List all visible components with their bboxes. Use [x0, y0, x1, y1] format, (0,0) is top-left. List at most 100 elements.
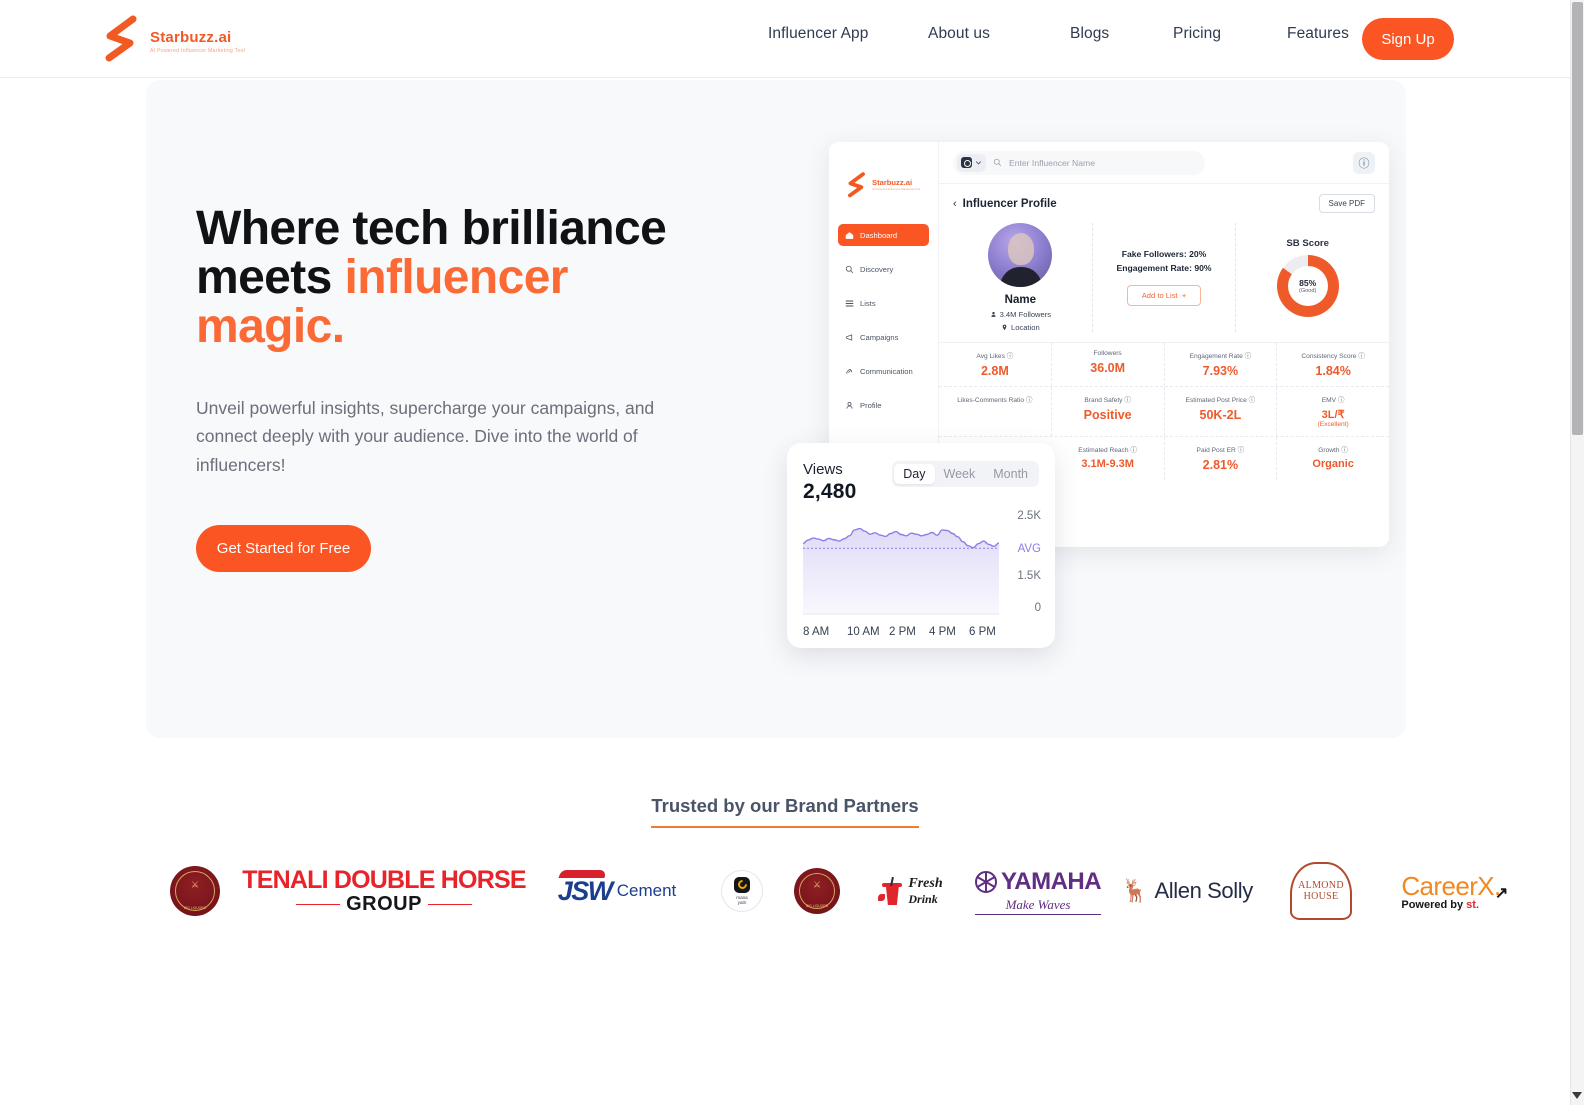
page-scrollbar[interactable]	[1570, 0, 1584, 1105]
sidebar-item-label: Profile	[860, 400, 882, 410]
logo-seal-2: ⚔ BIG LIQUORS	[778, 868, 856, 914]
logo-yamaha: YAMAHA Make Waves	[968, 868, 1108, 915]
nav-link-blogs[interactable]: Blogs	[1070, 25, 1173, 43]
brand-partners-logo-strip: ⚔ BIG LIQUORS TENALI DOUBLE HORSE GROUP J…	[150, 855, 1570, 927]
metric-label: Growth	[1318, 447, 1340, 454]
metric-value: 2.8M	[980, 364, 1009, 378]
mock-brand-tagline: AI Powered Influencer Marketing Tool	[872, 186, 920, 191]
scroll-down-arrow-icon[interactable]	[1572, 1092, 1582, 1099]
logo-almond-house: ALMOND HOUSE	[1266, 862, 1376, 920]
mock-sidebar-items: Dashboard Discovery Lists Campaigns Comm…	[829, 224, 938, 416]
get-started-button[interactable]: Get Started for Free	[196, 524, 371, 572]
drink-cup-icon	[878, 876, 903, 905]
info-icon[interactable]: ⓘ	[1245, 353, 1252, 360]
careerx-text: CareerX.	[1401, 871, 1501, 901]
views-chart-card: Views 2,480 Day Week Month 2.5K AVG 1.5K…	[787, 443, 1055, 648]
tenali-line2: GROUP	[346, 893, 422, 915]
metric-emv: EMV ⓘ 3L/₹ (Excellent)	[1277, 387, 1389, 436]
sidebar-item-discovery[interactable]: Discovery	[838, 258, 929, 280]
info-icon[interactable]: ⓘ	[1338, 397, 1345, 404]
tab-week[interactable]: Week	[935, 464, 985, 484]
metric-engagement-rate: Engagement Rate ⓘ 7.93%	[1165, 343, 1278, 386]
plus-icon: +	[1179, 291, 1187, 300]
info-icon[interactable]: ⓘ	[1124, 397, 1131, 404]
tenali-line1: TENALI DOUBLE HORSE	[242, 866, 526, 894]
profile-name: Name	[1004, 294, 1036, 306]
chevron-left-icon[interactable]: ‹	[953, 198, 957, 210]
partners-title: Trusted by our Brand Partners	[651, 795, 919, 828]
search-bar[interactable]: Enter Influencer Name	[953, 150, 1205, 175]
starbuzz-s-logo-icon-small	[848, 171, 865, 197]
info-icon[interactable]: ⓘ	[1358, 353, 1365, 360]
sidebar-item-lists[interactable]: Lists	[838, 292, 929, 314]
metric-paid-post-er: Paid Post ER ⓘ 2.81%	[1165, 437, 1278, 480]
careerx-sub-accent: st.	[1466, 899, 1480, 911]
range-tabs: Day Week Month	[892, 461, 1039, 487]
mock-page-title: Influencer Profile	[962, 197, 1057, 210]
metric-label: Paid Post ER	[1196, 447, 1236, 454]
rule-right	[427, 903, 472, 906]
info-icon[interactable]: ⓘ	[1341, 447, 1348, 454]
fresh-line1: Fresh	[908, 875, 943, 891]
metric-avg-likes: Avg Likes ⓘ 2.8M	[939, 343, 1052, 386]
sidebar-item-communication[interactable]: Communication	[838, 360, 929, 382]
brand-logo[interactable]: Starbuzz.ai AI Powered Influencer Market…	[100, 14, 245, 62]
jsw-swoosh-icon	[558, 869, 608, 878]
nav-links: Influencer App About us Blogs Pricing Fe…	[768, 25, 1407, 43]
search-input[interactable]: Enter Influencer Name	[1009, 158, 1095, 168]
hero-heading-line2-plain: meets	[196, 250, 345, 304]
home-icon	[845, 231, 854, 240]
mana-line2: yatri	[737, 900, 747, 905]
logo-careerx: CareerX. ↗ Powered by st.	[1376, 871, 1526, 911]
x-tick-4pm: 4 PM	[929, 626, 956, 638]
brand-name: Starbuzz.ai	[150, 28, 232, 46]
metric-consistency-score: Consistency Score ⓘ 1.84%	[1277, 343, 1389, 386]
sb-score-title: SB Score	[1286, 238, 1330, 249]
profile-quick-stats: Fake Followers: 20% Engagement Rate: 90%…	[1091, 223, 1237, 332]
profile-followers-label: 3.4M Followers	[999, 310, 1052, 319]
sidebar-item-campaigns[interactable]: Campaigns	[838, 326, 929, 348]
tab-day[interactable]: Day	[894, 464, 935, 484]
fresh-line2: Drink	[908, 891, 938, 906]
platform-selector[interactable]	[957, 153, 986, 172]
info-icon[interactable]: ⓘ	[1130, 447, 1137, 454]
metric-label: Engagement Rate	[1189, 353, 1243, 360]
mock-topbar: Enter Influencer Name ⓘ	[939, 142, 1389, 184]
yamaha-tagline: Make Waves	[974, 897, 1102, 915]
logo-jsw-cement: JSW Cement	[528, 869, 706, 907]
rule-left	[296, 903, 341, 906]
metric-label: EMV	[1321, 397, 1337, 404]
y-tick-avg: AVG	[1017, 543, 1041, 555]
metric-label: Followers	[1093, 350, 1122, 357]
info-icon[interactable]: ⓘ	[1007, 353, 1014, 360]
tab-month[interactable]: Month	[984, 464, 1037, 484]
info-icon[interactable]: ⓘ	[1238, 447, 1245, 454]
save-pdf-button[interactable]: Save PDF	[1318, 194, 1375, 213]
sidebar-item-profile[interactable]: Profile	[838, 394, 929, 416]
info-icon[interactable]: ⓘ	[1249, 397, 1256, 404]
profile-location-label: Location	[1010, 323, 1040, 332]
yamaha-tuning-fork-icon	[974, 870, 997, 893]
sidebar-item-label: Dashboard	[860, 230, 898, 240]
metric-label: Avg Likes	[976, 353, 1005, 360]
info-icon[interactable]: ⓘ	[1026, 397, 1033, 404]
megaphone-icon	[845, 333, 854, 342]
metrics-row: Likes-Comments Ratio ⓘ Brand Safety ⓘ Po…	[939, 387, 1389, 437]
jsw-cement-text: Cement	[616, 881, 677, 900]
sb-score-panel: SB Score 85% (Good)	[1236, 223, 1379, 332]
partners-title-wrap: Trusted by our Brand Partners	[0, 795, 1570, 828]
metric-label: Brand Safety	[1084, 397, 1123, 404]
add-to-list-button[interactable]: Add to List +	[1126, 285, 1202, 306]
nav-link-pricing[interactable]: Pricing	[1173, 25, 1287, 43]
help-circle-icon[interactable]: ⓘ	[1353, 151, 1375, 174]
profile-summary: Name 3.4M Followers Location Fake Follow…	[939, 217, 1389, 342]
nav-link-influencer-app[interactable]: Influencer App	[768, 25, 928, 43]
metric-value: 36.0M	[1090, 361, 1125, 375]
seal-emblem-icon-2: ⚔ BIG LIQUORS	[794, 868, 840, 914]
page-title: Where tech brilliance meets influencer m…	[196, 204, 756, 352]
nav-link-about-us[interactable]: About us	[928, 25, 1070, 43]
signup-button[interactable]: Sign Up	[1362, 18, 1454, 60]
scrollbar-thumb[interactable]	[1572, 2, 1583, 435]
chat-icon	[845, 367, 854, 376]
sidebar-item-dashboard[interactable]: Dashboard	[838, 224, 929, 246]
